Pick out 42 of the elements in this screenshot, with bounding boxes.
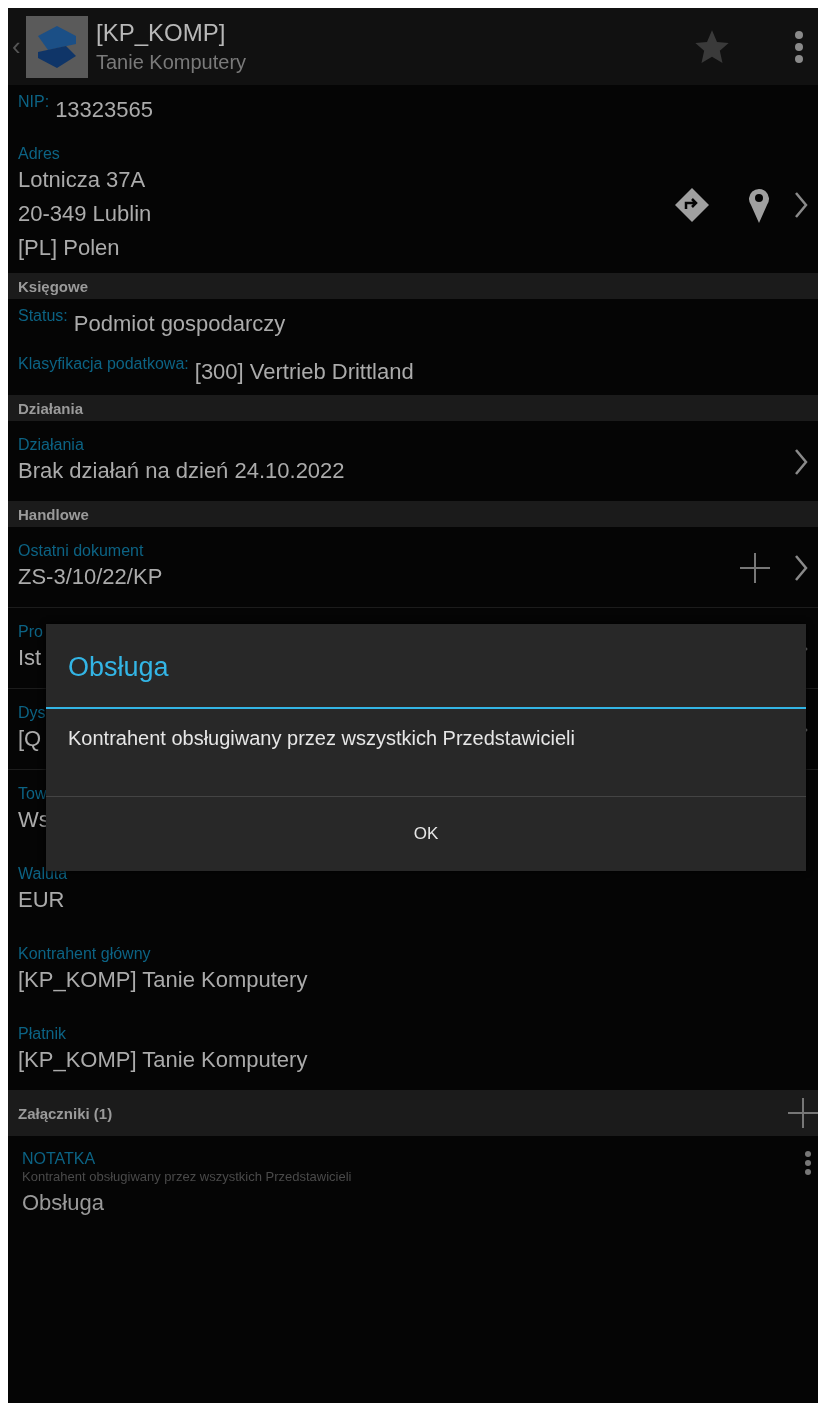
dialog-title: Obsługa (46, 624, 806, 709)
attachment-type: NOTATKA (22, 1150, 97, 1168)
section-title: Handlowe (18, 505, 89, 523)
more-vertical-icon[interactable] (804, 1150, 812, 1176)
ok-button[interactable]: OK (46, 797, 806, 871)
attachment-description: Kontrahent obsługiwany przez wszystkich Przedstawicieli (22, 1168, 353, 1186)
section-title: Załączniki (1) (18, 1104, 113, 1122)
field-label: NIP: (18, 93, 50, 111)
field-value: [KP_KOMP] Tanie Komputery (18, 966, 308, 994)
field-label: Kontrahent główny (18, 945, 152, 963)
field-label: Działania (18, 436, 85, 454)
field-value: 20-349 Lublin (18, 200, 152, 228)
field-label: Płatnik (18, 1025, 68, 1043)
section-title: Działania (18, 399, 84, 417)
field-value: ZS-3/10/22/KP (18, 563, 163, 591)
field-value: [300] Vertrieb Drittland (194, 358, 414, 386)
plus-icon[interactable] (788, 1098, 818, 1128)
field-label: Klasyfikacja podatkowa: (18, 355, 189, 373)
field-label: Status: (18, 307, 68, 325)
field-label: Ostatni dokument (18, 542, 145, 560)
map-pin-icon[interactable] (748, 187, 770, 223)
field-value: Lotnicza 37A (18, 166, 146, 194)
section-title: Księgowe (18, 277, 89, 295)
field-label: Pro (18, 623, 44, 641)
field-value: [Q (18, 725, 42, 753)
field-value: 13323565 (55, 96, 153, 124)
field-value: EUR (18, 886, 65, 914)
field-value: [PL] Polen (18, 234, 120, 262)
contractor-name: Tanie Komputery (96, 49, 248, 75)
field-value: [KP_KOMP] Tanie Komputery (18, 1046, 308, 1074)
contractor-code: [KP_KOMP] (96, 17, 227, 48)
directions-icon[interactable] (674, 187, 710, 223)
field-label: Dys (18, 704, 47, 722)
attachment-title: Obsługa (22, 1189, 105, 1217)
more-vertical-icon[interactable] (794, 29, 804, 64)
plus-icon[interactable] (740, 553, 770, 583)
field-label: Adres (18, 145, 61, 163)
field-label: Tow (18, 785, 48, 803)
field-value: Brak działań na dzień 24.10.2022 (18, 457, 345, 485)
field-value: Ist (18, 644, 42, 672)
company-logo (26, 15, 88, 78)
field-value: Podmiot gospodarczy (73, 310, 286, 338)
